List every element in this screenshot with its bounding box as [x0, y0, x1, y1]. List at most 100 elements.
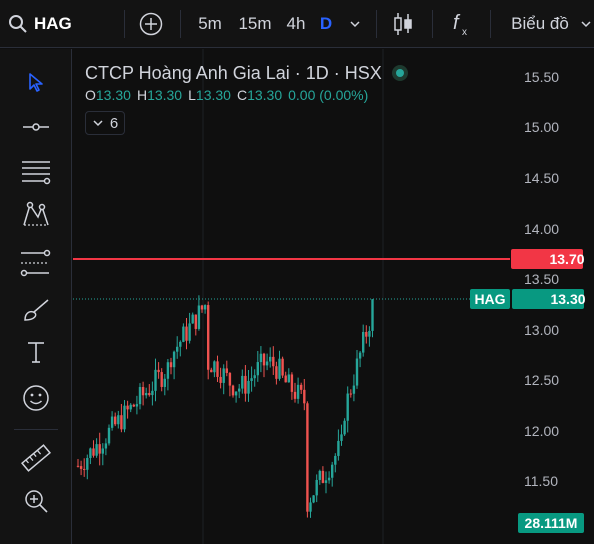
candle-body [355, 358, 359, 386]
candle-body [154, 369, 157, 391]
top-toolbar: HAG 5m 15m 4h D f x Biểu đồ [0, 0, 594, 48]
candle-body [138, 387, 142, 405]
candle-body [129, 404, 132, 410]
compare-button[interactable] [136, 0, 166, 48]
candle-body [231, 385, 235, 396]
candle-body [327, 477, 331, 481]
cursor-tool[interactable] [14, 62, 58, 102]
search-icon [9, 15, 27, 33]
candle-body [117, 415, 120, 425]
interval-4h[interactable]: 4h [280, 0, 312, 48]
candle-body [269, 356, 272, 362]
candle-body [219, 376, 222, 383]
text-icon [28, 342, 44, 363]
candle-body [151, 390, 154, 396]
divider [432, 10, 433, 38]
alert-price-label[interactable]: 13.70 [511, 249, 585, 269]
candle-body [194, 314, 197, 329]
fib-icon [22, 161, 51, 185]
cursor-icon [29, 73, 43, 92]
legend-title: CTCP Hoàng Anh Gia Lai · 1D · HSX [85, 62, 382, 83]
candle-body [95, 444, 98, 456]
interval-d[interactable]: D [314, 0, 338, 48]
candle-body [296, 384, 300, 399]
candle-body [166, 362, 170, 379]
candle-body [290, 374, 294, 392]
candle-body [98, 444, 101, 454]
indicators-button[interactable]: f x [444, 0, 476, 48]
candle-body [312, 495, 315, 503]
market-status-icon[interactable] [391, 65, 408, 81]
candle-body [213, 361, 216, 373]
ohlc-values: O 13.30 H 13.30 L 13.30 C 13.30 0.00 (0.… [85, 87, 408, 107]
last-price-label: 13.30 [512, 289, 586, 309]
trend-line-icon [23, 123, 49, 131]
candle-body [145, 393, 148, 396]
divider [490, 10, 491, 38]
candle-body [365, 331, 368, 337]
candle-body [86, 458, 89, 470]
legend-title-row: CTCP Hoàng Anh Gia Lai · 1D · HSX [85, 60, 408, 86]
candle-body [358, 352, 362, 359]
pattern-tool[interactable] [14, 195, 58, 235]
price-scale[interactable]: 15.50 15.00 14.50 14.00 13.50 13.00 12.50 12.00… [524, 69, 559, 489]
candles [76, 295, 374, 518]
trend-line-tool[interactable] [14, 107, 58, 147]
candle-body [343, 420, 346, 435]
price-tick-label: 12.00 [524, 423, 559, 439]
projection-tool[interactable] [14, 243, 58, 283]
interval-15m[interactable]: 15m [234, 0, 276, 48]
chart-type-menu[interactable]: Biểu đồ [502, 0, 578, 48]
candles-icon [394, 13, 412, 35]
interval-5m[interactable]: 5m [192, 0, 228, 48]
chevron-down-icon [581, 21, 591, 28]
candle-body [148, 393, 151, 396]
candle-body [157, 369, 160, 373]
chart-style-button[interactable] [388, 0, 418, 48]
symbol-search[interactable]: HAG [8, 0, 80, 48]
text-tool[interactable] [14, 332, 58, 372]
candle-body [321, 470, 325, 483]
svg-text:f: f [453, 12, 461, 34]
candle-body [318, 470, 321, 480]
candle-body [362, 331, 365, 353]
candle-body [141, 387, 145, 396]
open-key: O [85, 87, 96, 103]
price-tick-label: 14.50 [524, 170, 559, 186]
divider [124, 10, 125, 38]
candle-body [160, 372, 163, 387]
candle-body [110, 416, 114, 428]
function-icon: f x [453, 12, 467, 37]
candle-body [182, 326, 185, 342]
candle-body [324, 480, 328, 483]
zoom-in-tool[interactable] [14, 481, 58, 521]
candle-body [126, 405, 129, 410]
indicator-count: 6 [109, 114, 119, 132]
candle-body [216, 361, 219, 377]
price-tick-label: 12.50 [524, 372, 559, 388]
candle-body [287, 374, 290, 383]
fib-tool[interactable] [14, 152, 58, 192]
ruler-icon [21, 444, 51, 472]
chart-type-dropdown-button[interactable] [578, 0, 594, 48]
last-price-symbol-label: HAG [470, 289, 510, 309]
price-tick-label: 15.50 [524, 69, 559, 85]
indicators-collapse-button[interactable]: 6 [85, 111, 125, 135]
candle-body [203, 305, 207, 310]
candle-body [172, 351, 176, 368]
candle-body [120, 415, 123, 430]
zoom-in-icon [25, 490, 48, 513]
candle-body [272, 356, 275, 367]
pattern-icon [23, 201, 49, 226]
emoji-tool[interactable] [14, 378, 58, 418]
ruler-tool[interactable] [14, 438, 58, 478]
candle-body [244, 375, 247, 394]
candle-body [284, 375, 287, 383]
brush-tool[interactable] [14, 290, 58, 330]
candle-body [340, 434, 343, 441]
candle-body [107, 427, 111, 444]
candle-body [132, 404, 135, 407]
candle-body [253, 375, 256, 379]
brush-icon [24, 299, 49, 321]
interval-dropdown-button[interactable] [344, 0, 366, 48]
